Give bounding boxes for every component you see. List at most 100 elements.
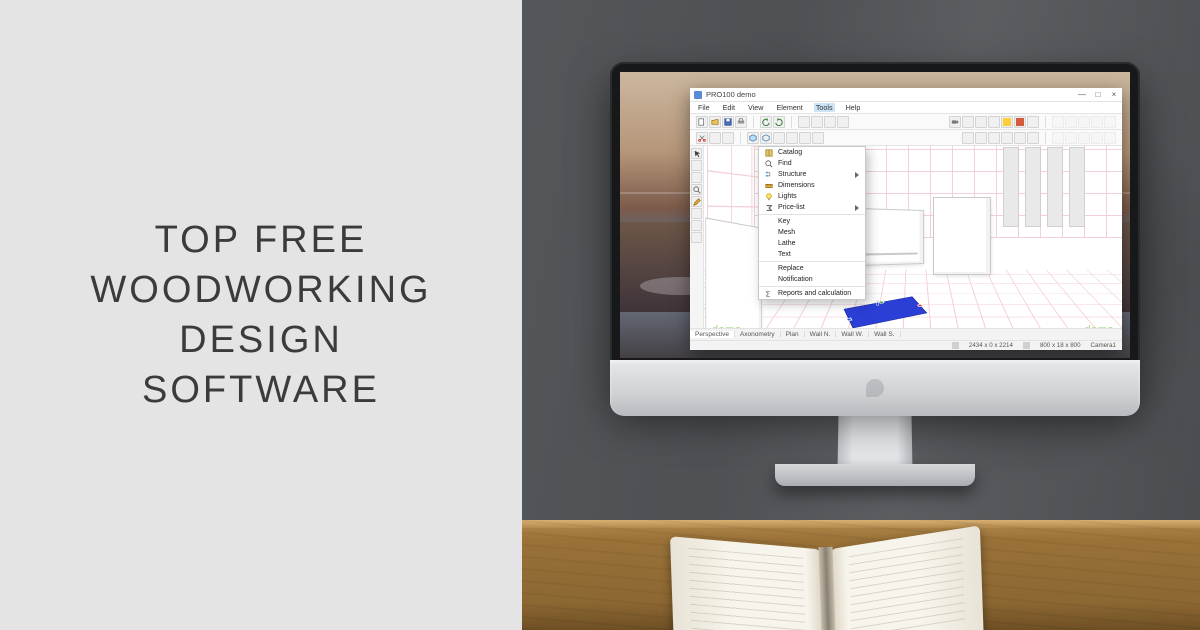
cube-icon[interactable] — [760, 132, 772, 144]
tb-icon[interactable] — [773, 132, 785, 144]
menu-item-replace[interactable]: Replace — [759, 263, 865, 274]
pro100-window[interactable]: PRO100 demo — □ × File Edit View Elemen — [690, 88, 1122, 350]
menu-item-label: Reports and calculation — [778, 290, 851, 297]
maximize-button[interactable]: □ — [1094, 91, 1102, 99]
tb-icon[interactable] — [962, 132, 974, 144]
pointer-icon[interactable] — [691, 148, 702, 159]
column[interactable] — [1004, 148, 1018, 226]
tb-icon[interactable] — [811, 116, 823, 128]
tools-dropdown[interactable]: CatalogFindStructureDimensions Lights Pric… — [758, 146, 866, 300]
title-bar[interactable]: PRO100 demo — □ × — [690, 88, 1122, 102]
menu-tools[interactable]: Tools — [814, 103, 835, 112]
monitor-stand-foot — [775, 464, 975, 486]
menu-view[interactable]: View — [746, 103, 765, 112]
tb-icon[interactable] — [1027, 116, 1039, 128]
tab-perspective[interactable]: Perspective — [690, 331, 735, 338]
app-body: 0 demo demo CatalogFindStructureDimensio… — [690, 146, 1122, 344]
column[interactable] — [1026, 148, 1040, 226]
status-icon — [952, 342, 959, 349]
toolbar-right-2[interactable] — [960, 132, 1041, 144]
tb-icon[interactable] — [975, 132, 987, 144]
menu-item-structure[interactable]: Structure — [759, 169, 865, 180]
tb-icon[interactable] — [988, 116, 1000, 128]
menu-item-text[interactable]: Text — [759, 249, 865, 260]
menu-item-price-list[interactable]: Price-list — [759, 202, 865, 213]
menu-item-notification[interactable]: Notification — [759, 274, 865, 285]
new-icon[interactable] — [696, 116, 708, 128]
menu-item-catalog[interactable]: Catalog — [759, 147, 865, 158]
menu-element[interactable]: Element — [774, 103, 804, 112]
3d-viewport[interactable]: 0 demo demo CatalogFindStructureDimensio… — [704, 146, 1122, 344]
tb-icon[interactable] — [691, 220, 702, 231]
menu-file[interactable]: File — [696, 103, 712, 112]
toolbar-right-1[interactable] — [947, 116, 1041, 128]
status-bar: 2434 x 0 x 2214 800 x 18 x 800 Camera1 — [690, 340, 1122, 350]
tb-icon[interactable] — [1014, 132, 1026, 144]
photo-panel: PRO100 demo — □ × File Edit View Elemen — [522, 0, 1200, 630]
tb-disabled — [1104, 116, 1116, 128]
close-button[interactable]: × — [1110, 91, 1118, 99]
tb-icon[interactable] — [812, 132, 824, 144]
menu-item-lathe[interactable]: Lathe — [759, 238, 865, 249]
tb-icon[interactable] — [837, 116, 849, 128]
menu-item-reports-and-calculation[interactable]: ΣReports and calculation — [759, 288, 865, 299]
pencil-icon[interactable] — [691, 196, 702, 207]
camera-icon[interactable] — [949, 116, 961, 128]
cut-icon[interactable] — [696, 132, 708, 144]
menu-item-label: Mesh — [778, 229, 795, 236]
tb-icon[interactable] — [824, 116, 836, 128]
headline-line-1: TOP FREE — [90, 215, 431, 265]
z-axis-handle[interactable] — [846, 318, 852, 322]
minimize-button[interactable]: — — [1078, 91, 1086, 99]
undo-icon[interactable] — [760, 116, 772, 128]
vertical-toolbar[interactable] — [690, 146, 704, 344]
menu-bar[interactable]: File Edit View Element Tools Help — [690, 102, 1122, 114]
view-tabs[interactable]: Perspective Axonometry Plan Wall N. Wall… — [690, 328, 1122, 340]
zoom-icon[interactable] — [691, 184, 702, 195]
toolbar-misc-1[interactable] — [796, 116, 851, 128]
column[interactable] — [1070, 148, 1084, 226]
color-icon[interactable] — [1014, 116, 1026, 128]
cabinet[interactable] — [934, 198, 990, 274]
menu-item-key[interactable]: Key — [759, 216, 865, 227]
move-icon[interactable] — [691, 160, 702, 171]
menu-item-dimensions[interactable]: Dimensions — [759, 180, 865, 191]
cube-icon[interactable] — [747, 132, 759, 144]
column[interactable] — [1048, 148, 1062, 226]
tb-icon[interactable] — [1001, 132, 1013, 144]
open-icon[interactable] — [709, 116, 721, 128]
menu-item-lights[interactable]: Lights — [759, 191, 865, 202]
blank-icon — [765, 251, 773, 259]
color-icon[interactable] — [1001, 116, 1013, 128]
copy-icon[interactable] — [709, 132, 721, 144]
menu-edit[interactable]: Edit — [721, 103, 737, 112]
tab-axonometry[interactable]: Axonometry — [735, 331, 781, 338]
tab-wall-n[interactable]: Wall N. — [805, 331, 837, 338]
menu-item-mesh[interactable]: Mesh — [759, 227, 865, 238]
tb-icon[interactable] — [988, 132, 1000, 144]
tb-icon[interactable] — [975, 116, 987, 128]
tb-icon[interactable] — [799, 132, 811, 144]
toolbar-row-2[interactable] — [690, 130, 1122, 146]
rotate-icon[interactable] — [691, 172, 702, 183]
tb-disabled — [1065, 116, 1077, 128]
y-axis-handle[interactable] — [879, 301, 885, 304]
menu-item-label: Price-list — [778, 204, 805, 211]
tab-plan[interactable]: Plan — [781, 331, 805, 338]
tab-wall-s[interactable]: Wall S. — [869, 331, 900, 338]
paste-icon[interactable] — [722, 132, 734, 144]
tab-wall-w[interactable]: Wall W. — [836, 331, 869, 338]
menu-item-find[interactable]: Find — [759, 158, 865, 169]
menu-help[interactable]: Help — [844, 103, 863, 112]
toolbar-row-1[interactable] — [690, 114, 1122, 130]
tb-icon[interactable] — [798, 116, 810, 128]
tb-icon[interactable] — [1027, 132, 1039, 144]
tb-icon[interactable] — [691, 208, 702, 219]
save-icon[interactable] — [722, 116, 734, 128]
tb-icon[interactable] — [691, 232, 702, 243]
tb-icon[interactable] — [962, 116, 974, 128]
menu-item-label: Lights — [778, 193, 797, 200]
tb-icon[interactable] — [786, 132, 798, 144]
print-icon[interactable] — [735, 116, 747, 128]
redo-icon[interactable] — [773, 116, 785, 128]
